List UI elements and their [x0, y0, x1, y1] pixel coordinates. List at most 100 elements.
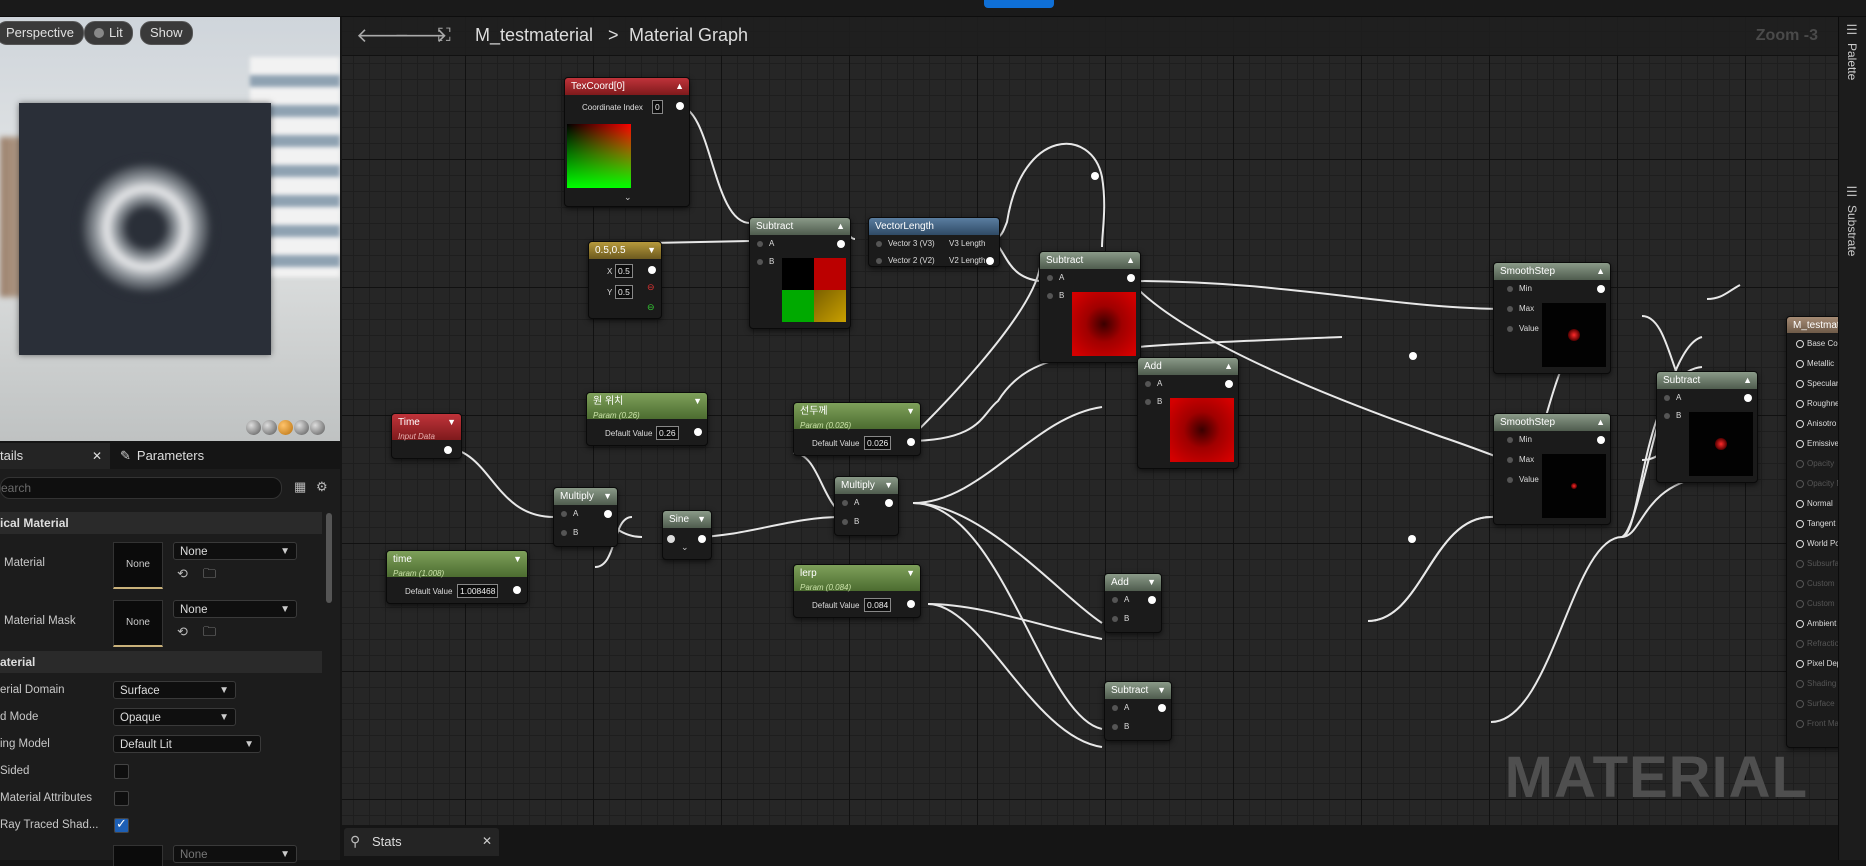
- material-attributes-checkbox[interactable]: [114, 791, 129, 806]
- collapse-icon[interactable]: ▲: [1743, 372, 1752, 389]
- multiply-2-pin-b[interactable]: B: [841, 517, 859, 526]
- phys-material-thumbnail[interactable]: None: [113, 542, 163, 589]
- time-output-pin[interactable]: [444, 446, 452, 454]
- tab-stats[interactable]: ⚲ Stats ✕: [344, 828, 499, 856]
- node-vectorlength[interactable]: VectorLength Vector 3 (V3) V3 Length Vec…: [868, 217, 1000, 267]
- vectorlength-output-pin[interactable]: [986, 257, 994, 265]
- section-material[interactable]: aterial: [0, 651, 322, 673]
- details-scrollbar[interactable]: [326, 513, 332, 603]
- collapse-icon[interactable]: ▼: [1147, 574, 1156, 591]
- breadcrumb-asset[interactable]: M_testmaterial: [475, 25, 593, 46]
- preview-cube-icon[interactable]: [294, 420, 309, 435]
- lit-button[interactable]: Lit: [84, 21, 133, 45]
- node-multiply-1[interactable]: Multiply ▼ A B: [553, 487, 618, 547]
- collapse-icon[interactable]: ▲: [1224, 358, 1233, 375]
- browse-folder-icon[interactable]: 🗀: [203, 625, 217, 639]
- param-thickness-output-pin[interactable]: [907, 438, 915, 446]
- details-search-input[interactable]: earch: [0, 477, 282, 499]
- add-2-pin-a[interactable]: A: [1111, 595, 1129, 604]
- result-pin[interactable]: Metallic: [1795, 359, 1834, 368]
- result-pin[interactable]: Anisotro: [1795, 419, 1836, 428]
- two-sided-checkbox[interactable]: [114, 764, 129, 779]
- texcoord-index-input[interactable]: 0: [652, 100, 663, 114]
- node-add-1[interactable]: Add ▲ A B: [1137, 357, 1239, 469]
- node-subtract-1[interactable]: Subtract ▲ A B: [749, 217, 851, 329]
- smoothstep-2-output-pin[interactable]: [1597, 436, 1605, 444]
- reroute-knot[interactable]: [1091, 172, 1099, 180]
- preview-teapot-icon[interactable]: [310, 420, 325, 435]
- preview-plane-icon[interactable]: [278, 420, 293, 435]
- show-button[interactable]: Show: [140, 21, 193, 45]
- subtract-2-output-pin[interactable]: [1127, 274, 1135, 282]
- result-pin[interactable]: Refractio: [1795, 639, 1838, 648]
- param-thickness-input[interactable]: 0.026: [864, 436, 892, 450]
- subtract-4-pin-a[interactable]: A: [1111, 703, 1129, 712]
- preview-viewport[interactable]: Perspective Lit Show: [0, 17, 340, 441]
- subtract-3-pin-a[interactable]: A: [1663, 393, 1681, 402]
- browse-back-icon[interactable]: ⟲: [177, 567, 191, 581]
- param-lerp-output-pin[interactable]: [907, 600, 915, 608]
- const2-x-input[interactable]: 0.5: [615, 264, 633, 278]
- node-add-2[interactable]: Add ▼ A B: [1104, 573, 1162, 633]
- phys-mask-dropdown[interactable]: None ▼: [173, 600, 297, 618]
- collapse-icon[interactable]: ▼: [1157, 682, 1166, 699]
- node-subtract-3[interactable]: Subtract ▲ A B: [1656, 371, 1758, 483]
- collapse-icon[interactable]: ▼: [906, 565, 915, 582]
- collapse-icon[interactable]: ▼: [693, 393, 702, 410]
- node-material-result[interactable]: M_testmat Base Col Metallic Specular Roughn…: [1786, 316, 1838, 748]
- sine-input-pin[interactable]: [667, 535, 675, 543]
- collapse-icon[interactable]: ▼: [447, 414, 456, 431]
- red-channel-pin[interactable]: ⊖: [647, 282, 655, 293]
- texcoord-output-pin[interactable]: [676, 102, 684, 110]
- param-position-output-pin[interactable]: [694, 428, 702, 436]
- vectorlength-in-v2[interactable]: Vector 2 (V2): [876, 256, 935, 265]
- preview-sphere-icon[interactable]: [262, 420, 277, 435]
- phys-mask-thumbnail[interactable]: None: [113, 600, 163, 647]
- smoothstep-1-output-pin[interactable]: [1597, 285, 1605, 293]
- result-pin[interactable]: Roughne: [1795, 399, 1838, 408]
- collapse-icon[interactable]: ▲: [1596, 414, 1605, 431]
- result-pin[interactable]: Custom: [1796, 599, 1835, 608]
- collapse-icon[interactable]: ▼: [513, 551, 522, 568]
- subtract-1-output-pin[interactable]: [837, 240, 845, 248]
- phys-material-dropdown[interactable]: None ▼: [173, 542, 297, 560]
- subtract-4-pin-b[interactable]: B: [1111, 722, 1129, 731]
- subtract-1-pin-b[interactable]: B: [756, 257, 774, 266]
- node-texcoord[interactable]: TexCoord[0] ▲ Coordinate Index 0 ⌄: [564, 77, 690, 207]
- node-param-time[interactable]: time Param (1.008) ▼ Default Value 1.00846…: [386, 550, 528, 604]
- collapse-icon[interactable]: ▼: [647, 242, 656, 259]
- vectorlength-in-v3[interactable]: Vector 3 (V3): [876, 239, 935, 248]
- result-pin[interactable]: Opacity: [1795, 459, 1834, 468]
- vectorlength-out-v2[interactable]: V2 Length: [949, 256, 985, 265]
- subtract-1-pin-a[interactable]: A: [756, 239, 774, 248]
- reroute-knot[interactable]: [1408, 535, 1416, 543]
- param-position-input[interactable]: 0.26: [656, 426, 679, 440]
- sine-output-pin[interactable]: [698, 535, 706, 543]
- node-time[interactable]: Time Input Data ▼: [391, 413, 462, 459]
- result-pin[interactable]: Pixel Dep: [1795, 659, 1838, 668]
- collapse-icon[interactable]: ▼: [697, 511, 706, 528]
- material-domain-dropdown[interactable]: Surface ▼: [113, 681, 236, 699]
- section-physical-material[interactable]: ical Material: [0, 512, 322, 534]
- browse-back-icon[interactable]: ⟲: [177, 625, 191, 639]
- multiply-2-output-pin[interactable]: [885, 499, 893, 507]
- add-2-output-pin[interactable]: [1148, 596, 1156, 604]
- table-view-icon[interactable]: ▦: [294, 480, 308, 494]
- chevron-down-icon[interactable]: ⌄: [624, 192, 632, 203]
- result-pin[interactable]: Tangent: [1795, 519, 1835, 528]
- result-pin[interactable]: Custom: [1796, 579, 1835, 588]
- tab-parameters[interactable]: ✎ Parameters: [120, 443, 270, 469]
- reroute-knot[interactable]: [1409, 352, 1417, 360]
- node-subtract-4[interactable]: Subtract ▼ A B: [1104, 681, 1172, 741]
- browse-folder-icon[interactable]: 🗀: [203, 567, 217, 581]
- smoothstep-1-pin-min[interactable]: Min: [1507, 284, 1532, 293]
- node-subtract-2[interactable]: Subtract ▲ A B: [1039, 251, 1141, 363]
- collapse-icon[interactable]: ▲: [1126, 252, 1135, 269]
- tab-substrate[interactable]: Substrate: [1845, 205, 1859, 256]
- preview-cylinder-icon[interactable]: [246, 420, 261, 435]
- node-sine[interactable]: Sine ▼ ⌄: [662, 510, 712, 560]
- param-lerp-input[interactable]: 0.084: [864, 598, 892, 612]
- node-smoothstep-2[interactable]: SmoothStep ▲ Min Max Value: [1493, 413, 1611, 525]
- result-pin[interactable]: Normal: [1796, 499, 1833, 508]
- subtract-4-output-pin[interactable]: [1158, 704, 1166, 712]
